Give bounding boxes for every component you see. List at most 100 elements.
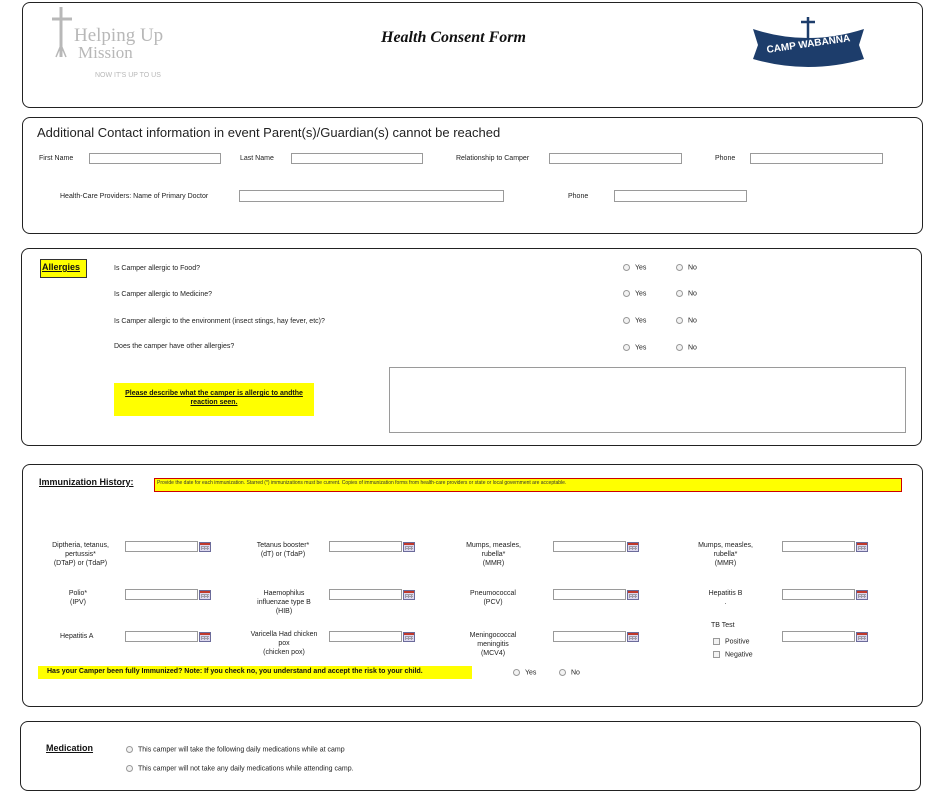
yes-label: Yes (635, 264, 647, 272)
calendar-icon[interactable] (856, 590, 868, 600)
radio-icon (676, 264, 683, 271)
tetanus-date-input[interactable] (329, 541, 402, 552)
radio-icon (623, 264, 630, 271)
tb-date-input[interactable] (782, 631, 855, 642)
mmr1-label: Mumps, measles, rubella* (MMR) (451, 541, 536, 568)
calendar-icon[interactable] (199, 542, 211, 552)
mcv4-label: Meningococcal meningitis (MCV4) (455, 631, 531, 658)
hepb-date-input[interactable] (782, 589, 855, 600)
allergy-describe-label: Please describe what the camper is aller… (114, 383, 314, 416)
no-label: No (571, 669, 580, 677)
helping-up-mission-logo: Helping Up Mission NOW IT'S UP TO US (48, 5, 178, 85)
allergy-medicine-yes[interactable]: Yes (623, 290, 646, 297)
dtap-label: Diptheria, tetanus, pertussis* (DTaP) or… (38, 541, 123, 568)
pcv-date-input[interactable] (553, 589, 626, 600)
yes-label: Yes (635, 317, 647, 325)
calendar-icon[interactable] (403, 632, 415, 642)
calendar-icon[interactable] (627, 590, 639, 600)
allergy-other-yes[interactable]: Yes (623, 344, 646, 351)
tb-positive-label: Positive (725, 638, 750, 646)
radio-icon (676, 344, 683, 351)
header-panel: Helping Up Mission NOW IT'S UP TO US Hea… (22, 2, 923, 108)
allergy-environment-yes[interactable]: Yes (623, 317, 646, 324)
describe-line2: reaction seen. (190, 399, 238, 406)
calendar-icon[interactable] (627, 542, 639, 552)
phone-input[interactable] (750, 153, 883, 164)
checkbox-icon (713, 651, 720, 658)
varicella-line2: pox (278, 640, 290, 647)
calendar-icon[interactable] (199, 632, 211, 642)
allergy-question-food: Is Camper allergic to Food? (114, 265, 200, 272)
contact-panel: Additional Contact information in event … (22, 117, 923, 234)
doctor-input[interactable] (239, 190, 504, 202)
first-name-label: First Name (39, 155, 74, 162)
radio-icon (623, 317, 630, 324)
allergy-other-no[interactable]: No (676, 344, 697, 351)
calendar-icon[interactable] (856, 632, 868, 642)
polio-label: Polio* (IPV) (53, 589, 103, 607)
mmr2-date-input[interactable] (782, 541, 855, 552)
calendar-icon[interactable] (403, 590, 415, 600)
mcv4-date-input[interactable] (553, 631, 626, 642)
doctor-phone-input[interactable] (614, 190, 747, 202)
allergies-label: Allergies (40, 259, 87, 278)
allergy-food-no[interactable]: No (676, 264, 697, 271)
radio-icon (559, 669, 566, 676)
pcv-line2: (PCV) (483, 599, 503, 606)
medication-label: Medication (46, 743, 94, 753)
calendar-icon[interactable] (403, 542, 415, 552)
radio-icon (676, 290, 683, 297)
hib-line2: influenzae type B (257, 599, 311, 606)
varicella-date-input[interactable] (329, 631, 402, 642)
fully-immunized-yes[interactable]: Yes (513, 669, 536, 676)
tb-test-label: TB Test (711, 622, 735, 629)
calendar-icon[interactable] (199, 590, 211, 600)
dtap-date-input[interactable] (125, 541, 198, 552)
no-label: No (688, 317, 697, 325)
radio-icon (126, 746, 133, 753)
hepa-label: Hepatitis A (60, 633, 94, 640)
yes-label: Yes (525, 669, 537, 677)
dtap-line1: Diptheria, tetanus, (52, 542, 109, 549)
relationship-input[interactable] (549, 153, 682, 164)
medication-option-take[interactable]: This camper will take the following dail… (126, 746, 345, 753)
hepb-line1: Hepatitis B (708, 590, 743, 597)
allergy-food-yes[interactable]: Yes (623, 264, 646, 271)
mmr2-line2: rubella* (713, 551, 738, 558)
tetanus-line1: Tetanus booster* (256, 542, 310, 549)
allergy-description-textarea[interactable] (389, 367, 906, 433)
mmr1-line2: rubella* (481, 551, 506, 558)
calendar-icon[interactable] (627, 632, 639, 642)
polio-line2: (IPV) (70, 599, 86, 606)
doctor-label: Health-Care Providers: Name of Primary D… (60, 193, 209, 200)
no-label: No (688, 344, 697, 352)
mmr1-date-input[interactable] (553, 541, 626, 552)
tb-negative-label: Negative (725, 651, 753, 659)
doctor-phone-label: Phone (568, 193, 589, 200)
medication-option-none[interactable]: This camper will not take any daily medi… (126, 765, 354, 772)
mcv4-line3: (MCV4) (480, 650, 506, 657)
last-name-input[interactable] (291, 153, 423, 164)
phone-label: Phone (715, 155, 736, 162)
hib-date-input[interactable] (329, 589, 402, 600)
tetanus-line2: (dT) or (TdaP) (260, 551, 306, 558)
allergy-environment-no[interactable]: No (676, 317, 697, 324)
first-name-input[interactable] (89, 153, 221, 164)
yes-label: Yes (635, 344, 647, 352)
allergy-medicine-no[interactable]: No (676, 290, 697, 297)
varicella-line3: (chicken pox) (263, 649, 305, 656)
fully-immunized-no[interactable]: No (559, 669, 580, 676)
allergies-label-text: Allergies (42, 262, 81, 272)
polio-date-input[interactable] (125, 589, 198, 600)
tb-positive-checkbox[interactable]: Positive (713, 638, 750, 645)
logo-line2: Mission (78, 43, 133, 62)
medication-option-take-label: This camper will take the following dail… (138, 746, 345, 754)
hepa-date-input[interactable] (125, 631, 198, 642)
tb-negative-checkbox[interactable]: Negative (713, 651, 753, 658)
allergy-question-medicine: Is Camper allergic to Medicine? (114, 291, 213, 298)
varicella-label: Varicella Had chicken pox (chicken pox) (241, 630, 327, 657)
mcv4-line1: Meningococcal (469, 632, 517, 639)
mmr2-line1: Mumps, measles, (698, 542, 753, 549)
calendar-icon[interactable] (856, 542, 868, 552)
yes-label: Yes (635, 290, 647, 298)
